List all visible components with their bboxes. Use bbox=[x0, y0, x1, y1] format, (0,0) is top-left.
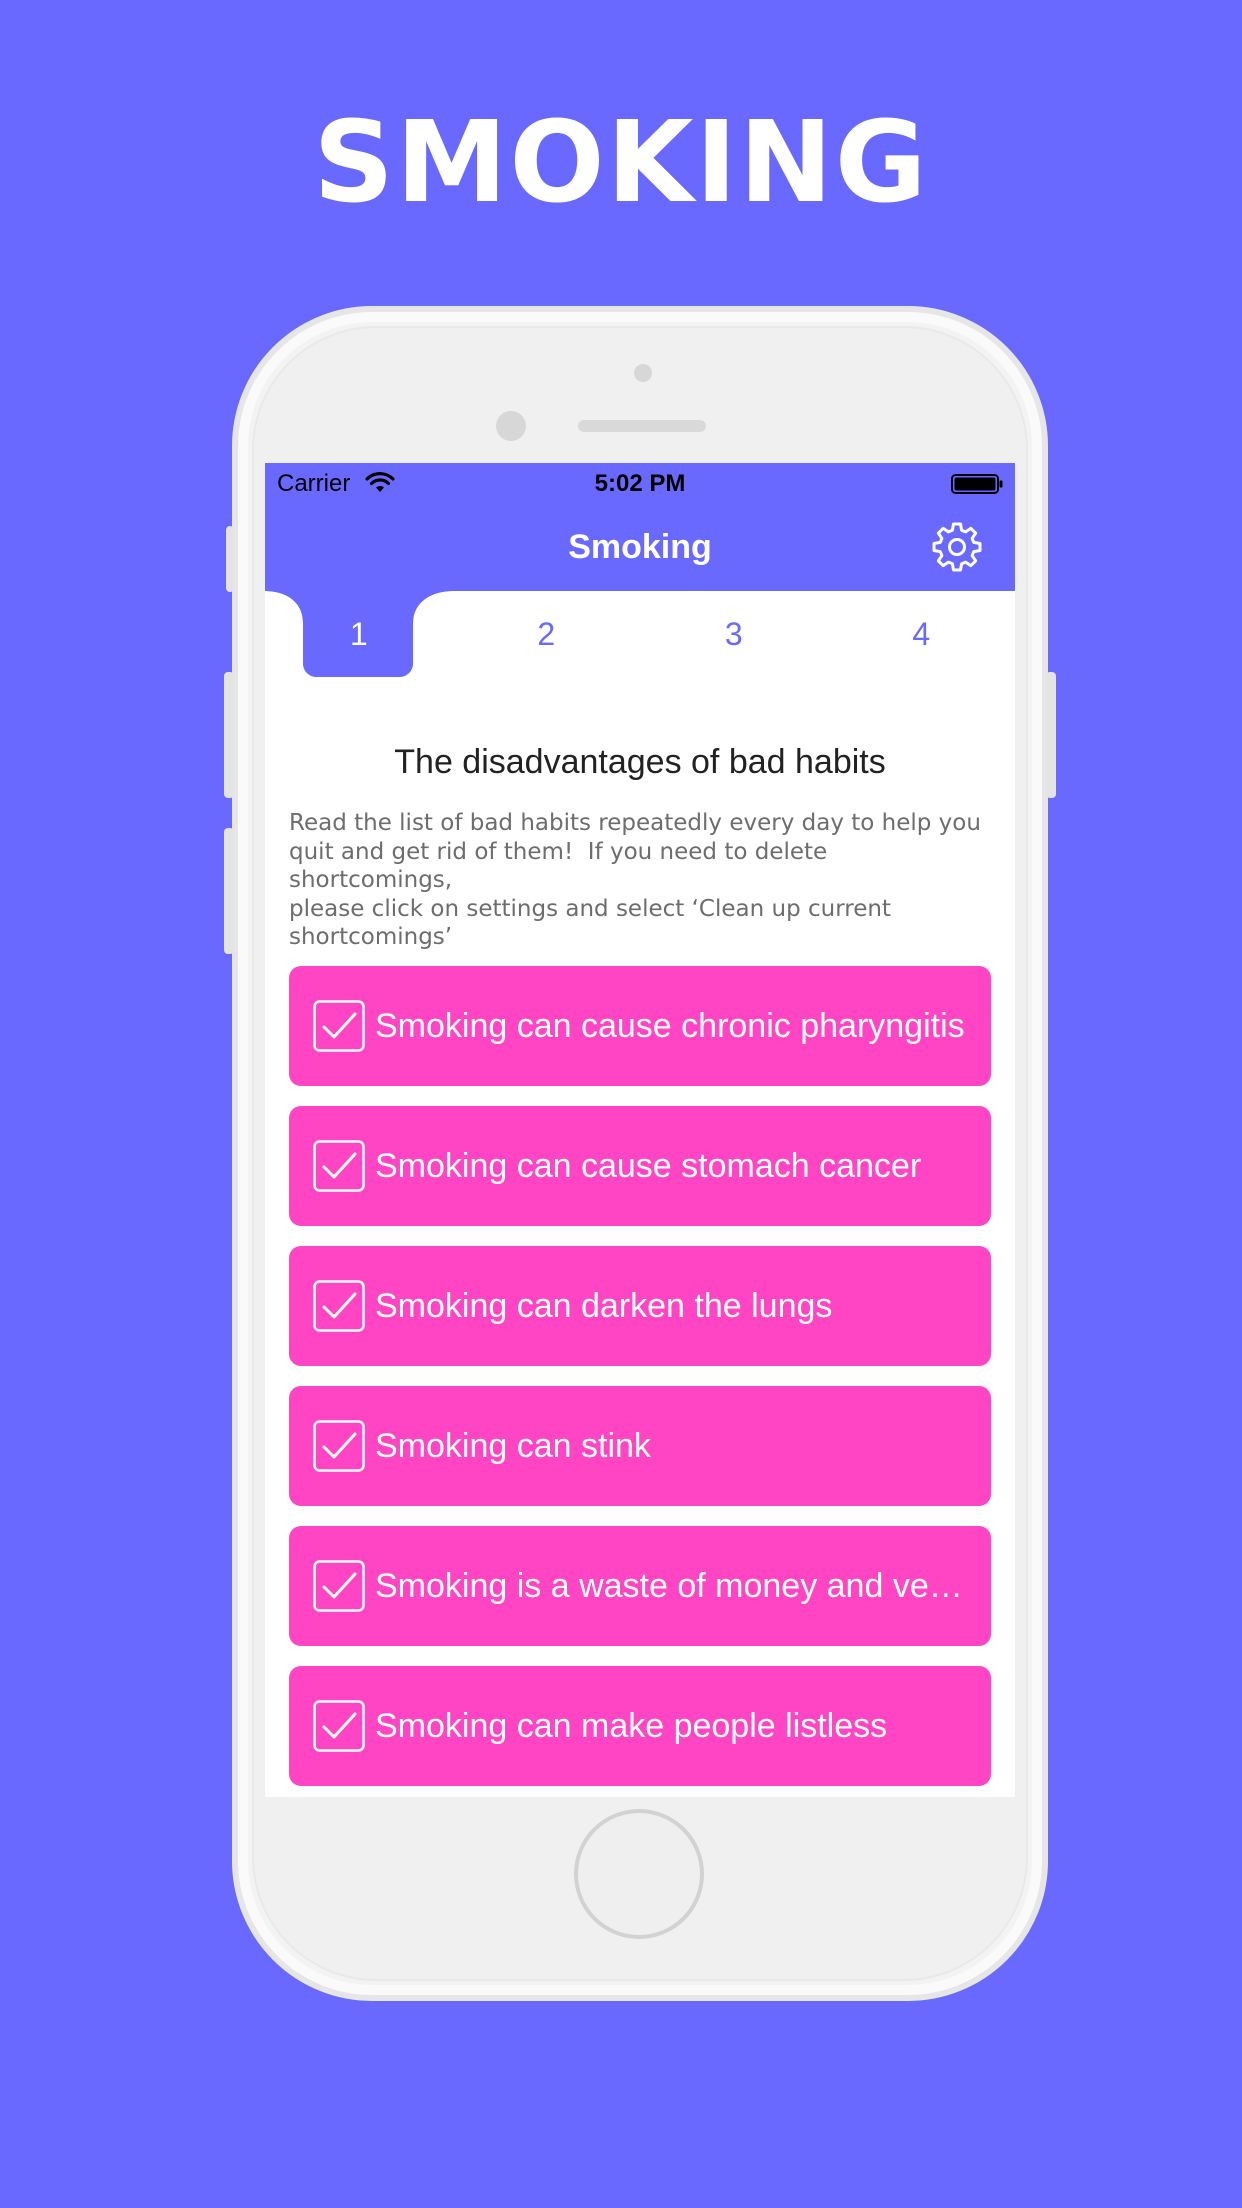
habit-text: Smoking can darken the lungs bbox=[375, 1287, 833, 1325]
checkbox-checked-icon[interactable] bbox=[313, 1420, 365, 1472]
phone-volume-down bbox=[224, 828, 234, 954]
section-title: The disadvantages of bad habits bbox=[394, 743, 886, 781]
habit-item[interactable]: Smoking can cause chronic pharyngitis bbox=[289, 966, 991, 1086]
section-description: Read the list of bad habits repeatedly e… bbox=[289, 810, 981, 950]
phone-power-button bbox=[1046, 672, 1056, 798]
habit-item[interactable]: Smoking can cause stomach cancer bbox=[289, 1106, 991, 1226]
gear-icon[interactable] bbox=[931, 521, 983, 573]
habit-item[interactable]: Smoking can stink bbox=[289, 1386, 991, 1506]
habit-item[interactable]: Smoking can make people listless bbox=[289, 1666, 991, 1786]
tab-2[interactable]: 2 bbox=[453, 591, 641, 677]
habit-list: Smoking can cause chronic pharyngitis Sm… bbox=[289, 966, 991, 1797]
habit-text: Smoking can cause stomach cancer bbox=[375, 1147, 922, 1185]
phone-proximity-sensor bbox=[634, 364, 652, 382]
promo-headline: SMOKING bbox=[313, 98, 929, 228]
phone-volume-up bbox=[224, 672, 234, 798]
checkbox-checked-icon[interactable] bbox=[313, 1000, 365, 1052]
tab-4[interactable]: 4 bbox=[828, 591, 1016, 677]
habit-text: Smoking can cause chronic pharyngitis bbox=[375, 1007, 965, 1045]
nav-title: Smoking bbox=[568, 528, 712, 566]
battery-icon bbox=[951, 474, 1003, 494]
checkbox-checked-icon[interactable] bbox=[313, 1280, 365, 1332]
tab-bar: 1 2 3 4 bbox=[265, 591, 1015, 677]
phone-front-camera bbox=[496, 411, 526, 441]
phone-speaker bbox=[578, 420, 706, 432]
habit-text: Smoking is a waste of money and ve… bbox=[375, 1567, 963, 1605]
phone-home-button[interactable] bbox=[574, 1809, 704, 1939]
checkbox-checked-icon[interactable] bbox=[313, 1560, 365, 1612]
tab-1[interactable]: 1 bbox=[265, 591, 453, 677]
habit-item[interactable]: Smoking is a waste of money and ve… bbox=[289, 1526, 991, 1646]
tab-3[interactable]: 3 bbox=[640, 591, 828, 677]
status-time: 5:02 PM bbox=[594, 470, 686, 497]
habit-item[interactable]: Smoking can darken the lungs bbox=[289, 1246, 991, 1366]
status-bar: Carrier 5:02 PM bbox=[265, 463, 1015, 503]
navigation-bar: Smoking bbox=[265, 503, 1015, 591]
habit-text: Smoking can make people listless bbox=[375, 1707, 888, 1745]
habit-text: Smoking can stink bbox=[375, 1427, 651, 1465]
checkbox-checked-icon[interactable] bbox=[313, 1140, 365, 1192]
checkbox-checked-icon[interactable] bbox=[313, 1700, 365, 1752]
app-screen: Carrier 5:02 PM Smoking 1 2 3 4 The disa… bbox=[265, 463, 1015, 1797]
phone-mute-switch bbox=[226, 526, 234, 592]
